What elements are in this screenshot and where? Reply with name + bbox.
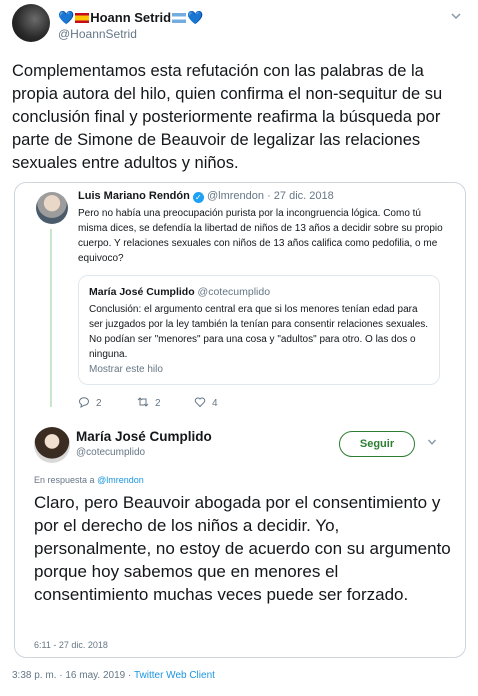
quoted-parent-text: Pero no había una preocupación purista p… bbox=[78, 208, 443, 264]
inner-quote-text: Conclusión: el argumento central era que… bbox=[89, 304, 429, 360]
avatar[interactable] bbox=[34, 427, 70, 463]
heart-icon bbox=[194, 397, 206, 408]
retweet-action[interactable]: 2 bbox=[137, 396, 161, 409]
author-display-name: Hoann Setrid bbox=[90, 10, 172, 25]
chevron-down-icon[interactable] bbox=[450, 10, 462, 22]
tweet-text: Complementamos esta refutación con las p… bbox=[12, 62, 443, 172]
author-name[interactable]: 💙 Hoann Setrid 💙 bbox=[58, 10, 203, 26]
spain-flag-icon bbox=[75, 13, 90, 23]
argentina-flag-icon bbox=[172, 13, 187, 23]
quoted-parent-handle[interactable]: @lmrendon bbox=[207, 190, 264, 202]
like-count: 4 bbox=[212, 398, 218, 409]
quoted-tweet[interactable]: Luis Mariano Rendón ✓ @lmrendon · 27 dic… bbox=[14, 182, 466, 658]
tweet-header: 💙 Hoann Setrid 💙 @HoannSetrid bbox=[12, 4, 470, 44]
quoted-reply-time[interactable]: 6:11 - 27 dic. 2018 bbox=[34, 640, 108, 650]
quoted-reply-handle[interactable]: @cotecumplido bbox=[76, 447, 145, 458]
inner-quoted-tweet[interactable]: María José Cumplido @cotecumplido Conclu… bbox=[78, 275, 440, 385]
blue-heart-icon: 💙 bbox=[187, 10, 204, 25]
retweet-icon bbox=[137, 397, 149, 407]
tweet-footer: 3:38 p. m. · 16 may. 2019 · Twitter Web … bbox=[12, 670, 215, 681]
reply-prefix: En respuesta a bbox=[34, 475, 95, 485]
inner-quote-handle: @cotecumplido bbox=[197, 286, 271, 298]
follow-button[interactable]: Seguir bbox=[339, 431, 415, 457]
author-avatar[interactable] bbox=[12, 4, 50, 42]
author-handle[interactable]: @HoannSetrid bbox=[58, 27, 137, 41]
quoted-parent-name[interactable]: Luis Mariano Rendón bbox=[78, 190, 190, 202]
reply-to-link[interactable]: @lmrendon bbox=[97, 475, 144, 485]
in-reply-to: En respuesta a @lmrendon bbox=[34, 475, 144, 485]
footer-separator: · bbox=[128, 670, 132, 681]
chevron-down-icon[interactable] bbox=[427, 437, 437, 447]
blue-heart-icon: 💙 bbox=[58, 10, 75, 25]
quoted-parent-header: Luis Mariano Rendón ✓ @lmrendon · 27 dic… bbox=[78, 190, 334, 203]
verified-icon: ✓ bbox=[192, 192, 204, 203]
avatar[interactable] bbox=[36, 192, 68, 224]
inner-quote-header: María José Cumplido @cotecumplido bbox=[89, 286, 270, 298]
reply-action[interactable]: 2 bbox=[78, 396, 102, 409]
quoted-parent-date[interactable]: · 27 dic. 2018 bbox=[267, 190, 334, 202]
quoted-reply-text: Claro, pero Beauvoir abogada por el cons… bbox=[34, 493, 451, 604]
tweet-timestamp[interactable]: 3:38 p. m. · 16 may. 2019 bbox=[12, 670, 125, 681]
like-action[interactable]: 4 bbox=[194, 396, 218, 409]
retweet-count: 2 bbox=[155, 398, 161, 409]
inner-quote-name: María José Cumplido bbox=[89, 286, 195, 298]
client-link[interactable]: Twitter Web Client bbox=[134, 670, 215, 681]
thread-connector-line bbox=[50, 229, 52, 407]
show-thread-link[interactable]: Mostrar este hilo bbox=[89, 364, 163, 375]
quoted-reply-name[interactable]: María José Cumplido bbox=[76, 429, 212, 444]
reply-icon bbox=[78, 397, 89, 408]
reply-count: 2 bbox=[96, 398, 102, 409]
